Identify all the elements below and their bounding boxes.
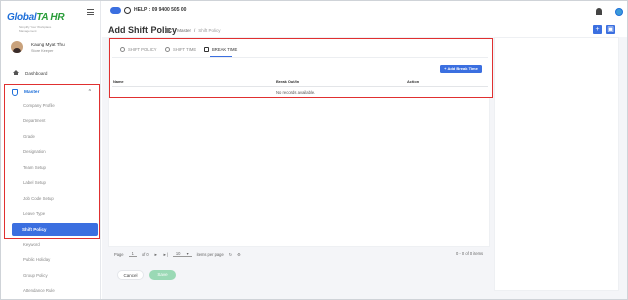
page-of: of 0 [141,251,149,257]
tab-label: SHIFT POLICY [128,47,157,52]
brand-accent: TA HR [36,12,65,23]
tab-label: BREAK TIME [212,47,238,52]
divider [112,86,488,87]
home-icon [13,70,19,76]
cloud-icon[interactable] [110,7,121,14]
breadcrumb-current: Shift Policy [198,28,221,33]
refresh-icon[interactable]: ↻ [229,252,232,257]
home-icon[interactable] [165,28,170,33]
sidebar-sub-item-active[interactable]: Shift Policy [12,223,98,236]
coffee-icon [204,47,209,52]
user-profile[interactable]: Kaung Myat Thu Store Keeper [11,41,99,57]
items-per-page-label: items per page [196,251,224,257]
cancel-button[interactable]: Cancel [117,270,144,280]
page-input[interactable]: 1 [128,251,137,257]
tab-break-time[interactable]: BREAK TIME [204,47,237,52]
side-card [494,37,619,291]
divider [112,57,488,58]
add-button[interactable]: + [593,25,602,34]
sidebar-sub-item[interactable]: Department [23,118,45,123]
add-break-time-button[interactable]: + Add Break Time [440,65,482,73]
chevron-up-icon: ⌃ [87,89,92,95]
help-line: HELP : 09 9400 505 00 [134,7,187,13]
sidebar-sub-item[interactable]: Grade [23,134,35,139]
column-header-break[interactable]: Break Out/In [276,79,299,84]
column-header-name[interactable]: Name [113,79,124,84]
user-icon[interactable] [615,8,623,16]
sidebar-sub-item[interactable]: Attendance Rule [23,288,55,293]
sidebar-sub-item[interactable]: Leave Type [23,211,45,216]
sidebar-sub-item[interactable]: Label Setup [23,180,46,185]
brand-logo[interactable]: GlobalTA HR Simplify Your Workplace Mana… [7,7,65,33]
last-page-icon[interactable]: ►| [163,252,168,257]
settings-icon[interactable]: ⚙ [237,252,241,257]
breadcrumb-item[interactable]: Master [177,28,191,33]
sidebar-sub-item[interactable]: Job Code Setup [23,196,54,201]
clock-icon [165,47,170,52]
sidebar-item-label: Master [24,89,40,95]
sidebar-item-dashboard[interactable]: Dashboard [13,68,47,78]
brand-tagline: Simplify Your Workplace Management [19,25,52,33]
headset-icon [124,7,131,14]
pager-info: 0 - 0 of 0 items [456,251,484,256]
brand-name: Global [7,12,37,23]
sidebar-sub-item[interactable]: Keyword [23,242,40,247]
avatar [11,41,23,53]
profile-role: Store Keeper [31,49,54,53]
tab-shift-time[interactable]: SHIFT TIME [165,47,196,52]
breadcrumb: / Master / Shift Policy [165,28,221,33]
next-page-icon[interactable]: ► [154,252,158,257]
topbar: HELP : 09 9400 505 00 [102,1,627,21]
sidebar-sub-item[interactable]: Company Profile [23,103,55,108]
sidebar-item-master[interactable]: Master ⌃ [12,88,96,96]
pagination: Page 1 of 0 ► ►| 10 ▾ items per page ↻ ⚙ [114,251,246,257]
per-page-select[interactable]: 10 ▾ [172,251,192,257]
highlight-box-break-time: SHIFT POLICY SHIFT TIME BREAK TIME + Add… [109,38,493,98]
sidebar-sub-item[interactable]: Public Holiday [23,257,50,262]
shield-icon [12,88,18,96]
sidebar-item-label: Dashboard [25,70,48,76]
page-label: Page [114,251,124,257]
save-icon-button[interactable]: ▣ [606,25,615,34]
policy-icon [120,47,125,52]
bell-icon[interactable] [596,8,602,15]
sidebar-sub-item[interactable]: Team Setup [23,165,46,170]
save-button[interactable]: Save [149,270,176,280]
tab-label: SHIFT TIME [173,47,197,52]
column-header-action[interactable]: Action [407,79,419,84]
tab-shift-policy[interactable]: SHIFT POLICY [120,47,157,52]
sidebar-sub-item[interactable]: Group Policy [23,273,48,278]
sidebar-sub-item[interactable]: Designation [23,149,46,154]
menu-toggle-icon[interactable] [87,9,94,15]
profile-name: Kaung Myat Thu [31,42,65,47]
empty-message: No records available. [276,90,316,95]
